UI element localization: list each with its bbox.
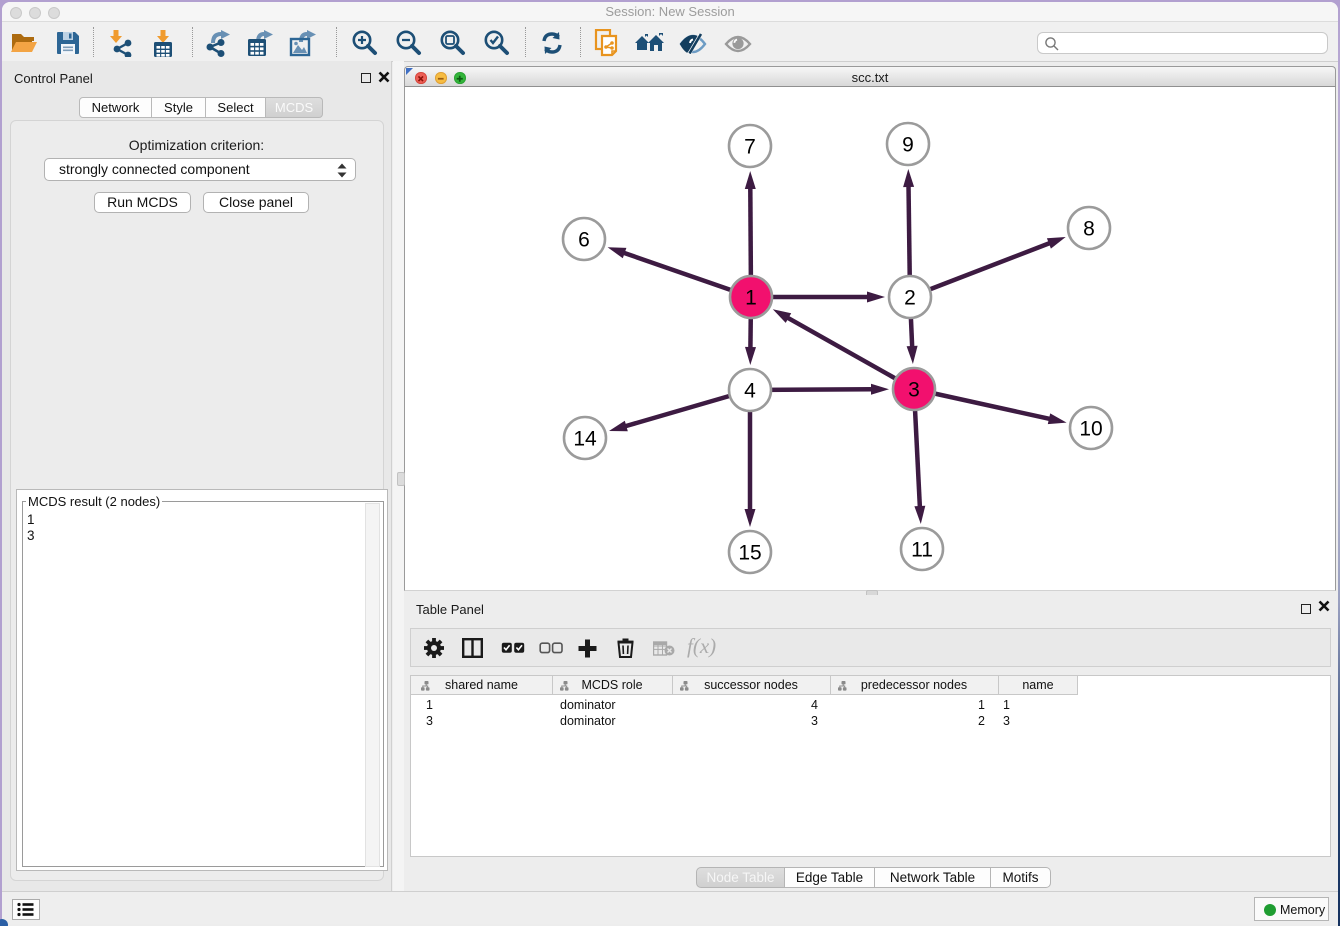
svg-text:1: 1	[745, 287, 757, 310]
svg-text:8: 8	[1083, 218, 1095, 241]
svg-text:14: 14	[573, 428, 597, 451]
svg-text:7: 7	[744, 136, 756, 159]
svg-text:9: 9	[902, 134, 914, 157]
svg-text:6: 6	[578, 229, 590, 252]
svg-text:2: 2	[904, 287, 916, 310]
svg-text:10: 10	[1079, 418, 1102, 441]
svg-text:4: 4	[744, 380, 756, 403]
svg-text:11: 11	[911, 539, 933, 562]
svg-text:3: 3	[908, 379, 920, 402]
svg-text:15: 15	[738, 542, 761, 565]
